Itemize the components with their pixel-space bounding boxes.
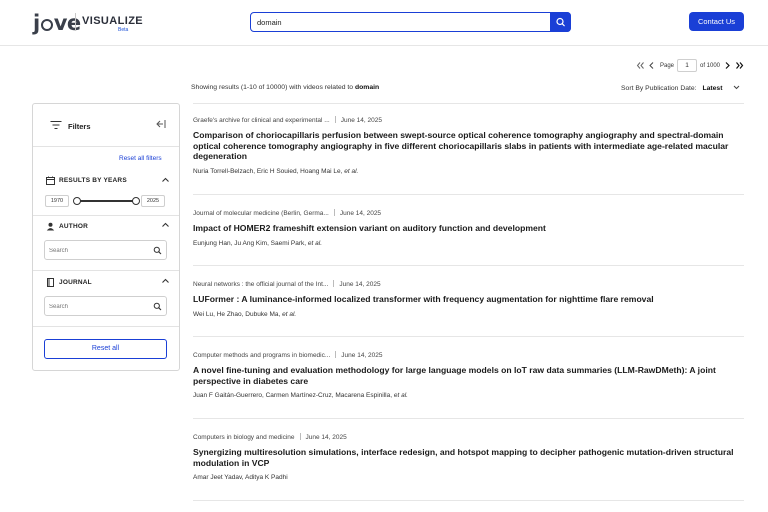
section-divider bbox=[33, 270, 179, 271]
chevron-up-icon[interactable] bbox=[161, 176, 170, 184]
et-al: et al. bbox=[393, 392, 408, 400]
result-meta: Computer methods and programs in biomedi… bbox=[193, 351, 745, 361]
section-divider bbox=[33, 326, 179, 327]
journal-name[interactable]: Computers in biology and medicine bbox=[193, 434, 295, 441]
search-icon bbox=[556, 17, 565, 27]
filters-title: Filters bbox=[68, 122, 91, 131]
filter-icon bbox=[50, 121, 62, 129]
filters-divider bbox=[33, 146, 179, 147]
summary-query: domain bbox=[354, 84, 380, 91]
results-divider bbox=[193, 500, 744, 501]
filters-panel: Filters Reset all filters RESULTS BY YEA… bbox=[32, 103, 180, 371]
results-summary: Showing results (1-10 of 10000) with vid… bbox=[191, 84, 379, 91]
summary-text: Showing results (1-10 of 10000) with vid… bbox=[191, 84, 354, 91]
result-meta: Computers in biology and medicine June 14… bbox=[193, 433, 745, 443]
results-divider bbox=[193, 103, 744, 104]
journal-name[interactable]: Computer methods and programs in biomedi… bbox=[193, 352, 330, 359]
year-max-handle[interactable] bbox=[132, 197, 140, 205]
search-button[interactable] bbox=[550, 12, 571, 32]
journal-search-input[interactable] bbox=[49, 302, 149, 311]
year-min-input[interactable]: 1970 bbox=[45, 195, 69, 207]
total-pages: of 1000 bbox=[700, 63, 721, 69]
result-authors: Eunjung Han, Ju Ang Kim, Saemi Park, et … bbox=[193, 240, 745, 247]
results-divider bbox=[193, 336, 744, 337]
publication-date: June 14, 2025 bbox=[340, 117, 382, 124]
contact-us-button[interactable]: Contact Us bbox=[689, 12, 744, 31]
author-list: Eunjung Han, Ju Ang Kim, Saemi Park, bbox=[193, 239, 307, 247]
journal-name[interactable]: Graefe's archive for clinical and experi… bbox=[193, 117, 330, 124]
result-item: Computer methods and programs in biomedi… bbox=[193, 351, 745, 399]
sort-value: Latest bbox=[702, 85, 723, 92]
reset-all-filters-link[interactable]: Reset all filters bbox=[119, 155, 162, 162]
beta-label: Beta bbox=[118, 27, 129, 33]
chevron-up-icon[interactable] bbox=[161, 221, 170, 229]
logo-divider bbox=[75, 13, 76, 31]
publication-date: June 14, 2025 bbox=[339, 210, 382, 217]
author-section-title: AUTHOR bbox=[59, 223, 89, 230]
book-icon bbox=[47, 278, 54, 287]
results-divider bbox=[193, 265, 744, 266]
result-authors: Amar Jeet Yadav, Aditya K Padhi bbox=[193, 474, 745, 481]
publication-date: June 14, 2025 bbox=[341, 352, 383, 359]
author-list: Nuria Torrell-Belzach, Eric H Souied, Ho… bbox=[193, 167, 343, 175]
et-al: et al. bbox=[344, 167, 359, 175]
result-title[interactable]: LUFormer : A luminance-informed localize… bbox=[193, 294, 745, 305]
year-min-handle[interactable] bbox=[73, 197, 81, 205]
result-title[interactable]: A novel fine-tuning and evaluation metho… bbox=[193, 365, 745, 386]
top-header: jve VISUALIZE Beta Contact Us bbox=[0, 0, 768, 46]
journal-search-field bbox=[44, 296, 167, 316]
page-number-input[interactable]: 1 bbox=[677, 59, 697, 72]
publication-date: June 14, 2025 bbox=[305, 434, 347, 441]
reset-all-button[interactable]: Reset all bbox=[44, 339, 167, 359]
search-bar bbox=[250, 12, 571, 32]
journal-name[interactable]: Neural networks : the official journal o… bbox=[193, 281, 328, 288]
chevron-down-icon bbox=[734, 85, 740, 90]
chevron-up-icon[interactable] bbox=[161, 277, 170, 285]
author-search-field bbox=[44, 240, 167, 260]
brand-name: VISUALIZE bbox=[82, 15, 144, 27]
result-item: Journal of molecular medicine (Berlin, G… bbox=[193, 209, 745, 247]
result-meta: Graefe's archive for clinical and experi… bbox=[193, 116, 745, 126]
result-title[interactable]: Comparison of choriocapillaris perfusion… bbox=[193, 130, 745, 162]
author-list: Juan F Gaitán-Guerrero, Carmen Martínez-… bbox=[193, 392, 393, 400]
prev-page-icon[interactable] bbox=[648, 61, 655, 70]
author-list: Wei Lu, He Zhao, Dubuke Ma, bbox=[193, 310, 281, 318]
sort-label: Sort By Publication Date: bbox=[621, 85, 697, 92]
first-page-icon[interactable] bbox=[636, 61, 645, 70]
collapse-panel-icon[interactable] bbox=[155, 119, 166, 129]
years-section-title: RESULTS BY YEARS bbox=[59, 177, 127, 184]
next-page-icon[interactable] bbox=[724, 61, 731, 70]
results-divider bbox=[193, 418, 744, 419]
last-page-icon[interactable] bbox=[735, 61, 744, 70]
result-authors: Nuria Torrell-Belzach, Eric H Souied, Ho… bbox=[193, 168, 745, 175]
search-icon bbox=[153, 302, 162, 311]
result-title[interactable]: Synergizing multiresolution simulations,… bbox=[193, 447, 745, 468]
publication-date: June 14, 2025 bbox=[339, 281, 381, 288]
result-item: Computers in biology and medicine June 14… bbox=[193, 433, 745, 481]
result-item: Neural networks : the official journal o… bbox=[193, 280, 745, 318]
section-divider bbox=[33, 215, 179, 216]
sort-dropdown[interactable]: Sort By Publication Date: Latest bbox=[621, 84, 741, 92]
year-max-input[interactable]: 2025 bbox=[141, 195, 165, 207]
result-title[interactable]: Impact of HOMER2 frameshift extension va… bbox=[193, 223, 745, 234]
page-label: Page bbox=[660, 63, 675, 69]
result-authors: Wei Lu, He Zhao, Dubuke Ma, et al. bbox=[193, 311, 745, 318]
result-authors: Juan F Gaitán-Guerrero, Carmen Martínez-… bbox=[193, 392, 745, 399]
result-item: Graefe's archive for clinical and experi… bbox=[193, 116, 745, 175]
search-input[interactable] bbox=[257, 15, 547, 29]
results-divider bbox=[193, 194, 744, 195]
author-list: Amar Jeet Yadav, Aditya K Padhi bbox=[193, 474, 288, 482]
author-search-input[interactable] bbox=[49, 246, 149, 255]
search-icon bbox=[153, 246, 162, 255]
user-icon bbox=[46, 222, 55, 231]
journal-section-title: JOURNAL bbox=[59, 279, 92, 286]
result-meta: Journal of molecular medicine (Berlin, G… bbox=[193, 209, 745, 219]
et-al: et al. bbox=[282, 310, 297, 318]
year-range-slider[interactable] bbox=[76, 200, 136, 202]
et-al: et al. bbox=[307, 239, 322, 247]
calendar-icon bbox=[46, 176, 55, 185]
journal-name[interactable]: Journal of molecular medicine (Berlin, G… bbox=[193, 210, 329, 217]
jove-logo[interactable]: j ve bbox=[33, 11, 81, 35]
result-meta: Neural networks : the official journal o… bbox=[193, 280, 745, 290]
